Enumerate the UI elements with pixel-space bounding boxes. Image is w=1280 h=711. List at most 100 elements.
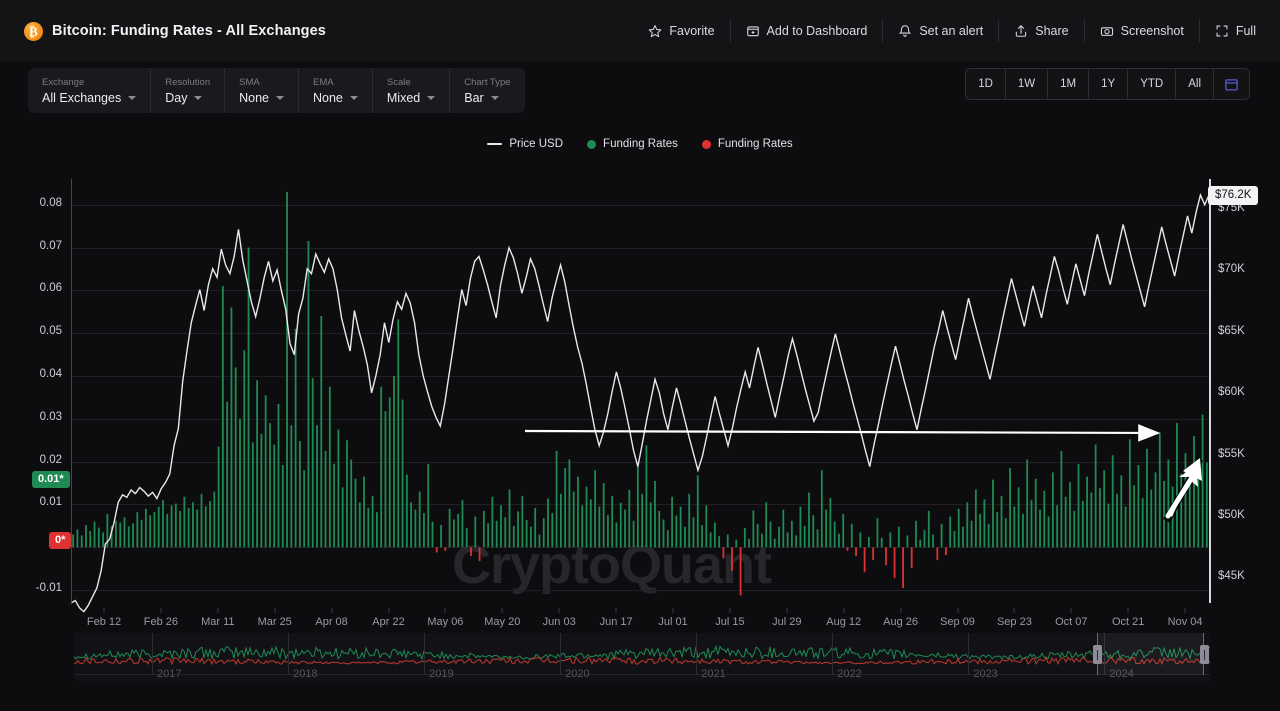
scale-value: Mixed: [386, 90, 436, 105]
funding-rate-bar: [179, 510, 181, 548]
minimap-year-label: 2018: [293, 668, 318, 680]
funding-rate-bar: [119, 522, 122, 548]
x-axis-tick: [1070, 608, 1072, 613]
resolution-value-text: Day: [165, 90, 188, 105]
minimap-selection[interactable]: [1097, 633, 1204, 675]
funding-rate-bar: [367, 507, 370, 548]
funding-rate-bar: [598, 506, 601, 548]
funding-rate-bar: [1073, 510, 1076, 548]
exchange-value: All Exchanges: [42, 91, 137, 105]
flat-trend-arrow: [524, 424, 1161, 442]
funding-rate-bar: [1081, 501, 1084, 548]
funding-rate-bar: [1111, 455, 1114, 548]
funding-rate-bar: [1017, 487, 1020, 548]
minimap-year-label: 2019: [429, 668, 454, 680]
funding-rate-bar: [940, 523, 943, 548]
funding-rate-bar: [987, 523, 990, 548]
line-marker-icon: [487, 143, 503, 145]
funding-rate-bar: [76, 529, 79, 548]
legend-item-funding-positive[interactable]: Funding Rates: [587, 138, 678, 150]
x-axis-tick-label: Jul 29: [772, 616, 802, 628]
funding-rate-bar: [405, 474, 408, 548]
funding-rate-bar: [1094, 444, 1097, 548]
share-button[interactable]: Share: [999, 20, 1085, 42]
funding-rate-bar: [1137, 465, 1140, 548]
funding-rate-bar: [992, 479, 994, 548]
screenshot-button[interactable]: Screenshot: [1085, 20, 1200, 42]
funding-rate-bar: [1184, 453, 1187, 548]
funding-rate-bar: [666, 530, 669, 548]
funding-rate-bar: [581, 505, 584, 548]
funding-rate-bar: [102, 532, 104, 548]
chart-type-selector[interactable]: Chart Type Bar: [450, 68, 524, 113]
ema-selector[interactable]: EMA None: [299, 68, 373, 113]
funding-rate-bar: [209, 501, 211, 548]
funding-rate-bar: [850, 523, 853, 548]
funding-rate-bar: [401, 399, 404, 548]
x-axis-tick: [444, 608, 446, 613]
range-1m[interactable]: 1M: [1048, 69, 1090, 99]
sma-selector[interactable]: SMA None: [225, 68, 299, 113]
range-ytd[interactable]: YTD: [1128, 69, 1177, 99]
funding-rate-bar: [748, 538, 750, 548]
funding-rate-bar: [350, 459, 353, 548]
exchange-selector[interactable]: Exchange All Exchanges: [28, 68, 152, 113]
resolution-selector[interactable]: Resolution Day: [151, 68, 226, 113]
minimap-handle-left[interactable]: [1093, 645, 1102, 664]
funding-rate-bar: [795, 535, 798, 548]
funding-rate-bar: [636, 465, 639, 548]
favorite-button[interactable]: Favorite: [633, 20, 731, 42]
range-1w[interactable]: 1W: [1006, 69, 1049, 99]
range-minimap[interactable]: 2017 2018 2019 2020 2021 2022 2023 2024: [74, 633, 1210, 681]
y-axis-left-tick: 0.02: [39, 453, 62, 466]
chevron-down-icon: [194, 95, 203, 100]
funding-rate-bar: [470, 547, 472, 556]
funding-rate-bar: [885, 547, 887, 566]
x-axis-tick: [274, 608, 276, 613]
legend-item-price-usd[interactable]: Price USD: [487, 138, 563, 150]
funding-rate-bar: [375, 512, 378, 548]
minimap-year-label: 2020: [565, 668, 590, 680]
minimap-handle-right[interactable]: [1200, 645, 1209, 664]
funding-rate-bar: [752, 510, 755, 548]
funding-rate-bar: [671, 496, 673, 548]
range-all[interactable]: All: [1176, 69, 1214, 99]
full-screen-button[interactable]: Full: [1200, 20, 1262, 42]
funding-rate-bar: [495, 520, 498, 548]
chart-plot-area[interactable]: CryptoQuant 0.08 0.07 0.06 0.05 0.04 0.03 0.02…: [0, 166, 1280, 616]
calendar-icon[interactable]: [1214, 69, 1249, 99]
set-alert-button[interactable]: Set an alert: [883, 20, 1000, 42]
resolution-label: Resolution: [165, 76, 211, 88]
funding-rate-bar: [136, 512, 139, 548]
funding-rate-bar: [435, 547, 438, 553]
y-axis-left-tick: 0.03: [39, 410, 62, 423]
minimap-series: [74, 645, 1210, 661]
favorite-label: Favorite: [669, 24, 715, 38]
funding-rate-bar: [705, 505, 708, 548]
legend-item-funding-negative[interactable]: Funding Rates: [701, 138, 793, 150]
range-1y[interactable]: 1Y: [1089, 69, 1129, 99]
x-axis-tick-label: Aug 26: [883, 616, 919, 628]
funding-rate-bar: [949, 516, 952, 548]
funding-rate-bar: [1099, 488, 1101, 548]
funding-rate-bar: [838, 533, 840, 548]
x-axis-tick: [388, 608, 389, 613]
funding-rate-bar: [718, 536, 721, 548]
funding-rate-bar: [701, 525, 703, 548]
funding-rate-bar: [641, 493, 644, 548]
funding-rate-bar: [1030, 500, 1033, 548]
range-1d[interactable]: 1D: [966, 69, 1006, 99]
scale-value-text: Mixed: [386, 90, 421, 105]
funding-rate-bar: [457, 513, 460, 548]
funding-rate-bar: [260, 433, 263, 548]
funding-rate-bar: [482, 510, 485, 548]
red-dot-icon: [701, 139, 711, 149]
funding-rate-bar: [290, 425, 293, 548]
funding-rate-bar: [761, 533, 763, 548]
scale-selector[interactable]: Scale Mixed: [373, 68, 451, 113]
funding-rate-bar: [910, 547, 913, 568]
add-to-dashboard-button[interactable]: Add to Dashboard: [731, 20, 884, 42]
funding-rate-bar: [559, 493, 562, 548]
funding-rate-bar: [72, 534, 75, 548]
funding-rate-bar: [897, 526, 900, 548]
